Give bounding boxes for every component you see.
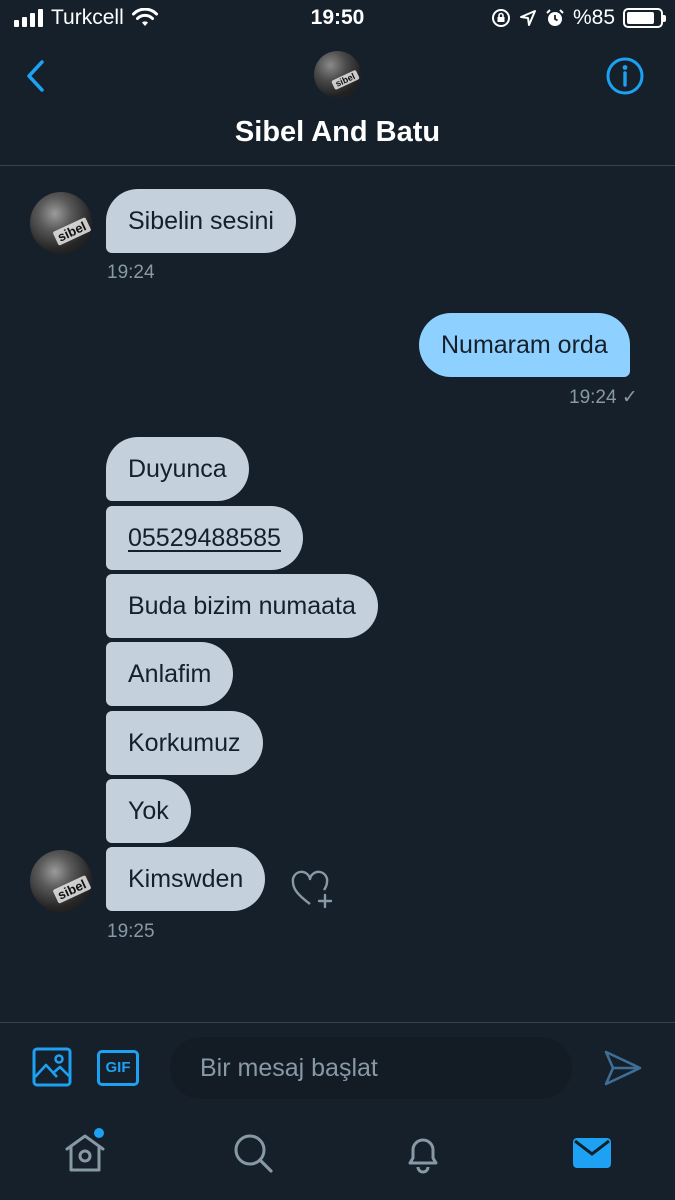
phone-number-link[interactable]: 05529488585 xyxy=(128,524,281,552)
status-right: %85 xyxy=(491,6,666,30)
message-text: Yok xyxy=(128,797,169,825)
avatar-label: sibel xyxy=(331,69,360,91)
message-bubble-incoming[interactable]: Korkumuz xyxy=(106,711,263,775)
conversation-title[interactable]: Sibel And Batu xyxy=(0,116,675,149)
message-text: Buda bizim numaata xyxy=(128,592,356,620)
message-bubble-incoming[interactable]: Buda bizim numaata xyxy=(106,574,378,638)
search-icon[interactable] xyxy=(230,1130,276,1176)
message-text: Anlafim xyxy=(128,660,212,688)
rotation-lock-icon xyxy=(491,9,510,27)
battery-fill xyxy=(627,12,655,24)
message-bubble-incoming[interactable]: Kimswden xyxy=(106,847,266,911)
message-text: Sibelin sesini xyxy=(128,207,274,235)
message-text: Numaram orda xyxy=(441,331,608,359)
message-timestamp: 19:24 ✓ xyxy=(569,387,638,408)
battery-percent: %85 xyxy=(572,6,615,29)
alarm-icon xyxy=(546,9,564,26)
message-input[interactable] xyxy=(170,1037,572,1099)
send-icon[interactable] xyxy=(603,1049,643,1087)
message-composer: GIF xyxy=(0,1022,675,1112)
battery-icon xyxy=(623,8,666,28)
bottom-tab-bar xyxy=(0,1112,675,1200)
status-bar: Turkcell 19:50 %85 xyxy=(0,0,675,38)
message-bubble-incoming[interactable]: Anlafim xyxy=(106,642,234,706)
sender-avatar[interactable]: sibel xyxy=(30,850,92,912)
gif-icon[interactable]: GIF xyxy=(97,1050,139,1086)
message-bubble-phone-link[interactable]: 05529488585 xyxy=(106,506,303,570)
home-notification-dot xyxy=(94,1128,104,1138)
message-bubble-incoming[interactable]: Yok xyxy=(106,779,191,843)
message-bubble-incoming[interactable]: Sibelin sesini xyxy=(106,189,296,253)
header-avatar[interactable]: sibel xyxy=(314,51,361,98)
info-icon[interactable] xyxy=(605,56,645,96)
sender-avatar[interactable]: sibel xyxy=(30,192,92,254)
message-text: Duyunca xyxy=(128,455,227,483)
bell-icon[interactable] xyxy=(400,1130,446,1176)
location-icon xyxy=(519,10,536,26)
message-timestamp: 19:24 xyxy=(107,262,155,283)
back-icon[interactable] xyxy=(20,56,52,96)
mail-icon[interactable] xyxy=(569,1130,615,1176)
message-text: Korkumuz xyxy=(128,729,241,757)
avatar-label: sibel xyxy=(52,875,92,904)
like-add-icon[interactable] xyxy=(290,870,334,910)
message-timestamp: 19:25 xyxy=(107,921,155,942)
message-text: Kimswden xyxy=(128,865,244,893)
image-icon[interactable] xyxy=(32,1047,72,1087)
message-bubble-incoming[interactable]: Duyunca xyxy=(106,437,249,501)
avatar-label: sibel xyxy=(52,217,92,246)
message-bubble-outgoing[interactable]: Numaram orda xyxy=(419,313,630,377)
conversation-header: sibel Sibel And Batu xyxy=(0,38,675,166)
